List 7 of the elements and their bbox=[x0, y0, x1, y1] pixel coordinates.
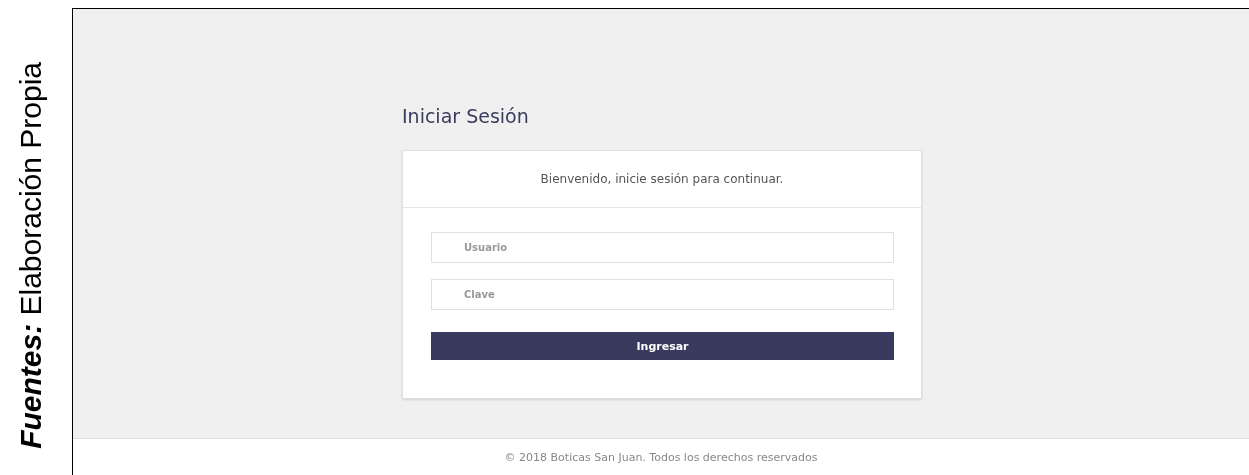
input-field[interactable]: Usuario bbox=[431, 232, 894, 263]
welcome-message: Bienvenido, inicie sesión para continuar. bbox=[540, 172, 784, 186]
input-field[interactable]: Clave bbox=[431, 279, 894, 310]
page-title: Iniciar Sesión bbox=[402, 105, 530, 127]
footer-copyright: © 2018 Boticas San Juan. Todos los derechos reservados bbox=[504, 450, 818, 464]
login-button[interactable]: Ingresar bbox=[431, 332, 894, 360]
figure-caption: Fuentes: Elaboración Propia bbox=[14, 62, 48, 449]
